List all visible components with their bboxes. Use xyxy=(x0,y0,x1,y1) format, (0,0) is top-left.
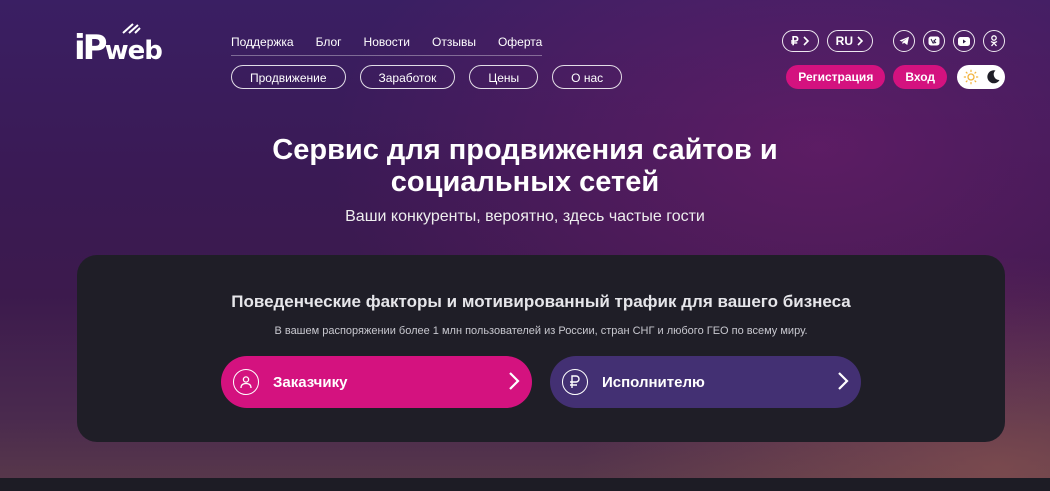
nav-offer[interactable]: Оферта xyxy=(498,35,542,49)
chevron-right-icon xyxy=(509,372,520,390)
logo[interactable]: iPweb xyxy=(74,22,163,70)
top-nav: Поддержка Блог Новости Отзывы Оферта xyxy=(231,35,543,56)
auth-bar: Регистрация Вход xyxy=(786,65,1005,89)
pill-nav: Продвижение Заработок Цены О нас xyxy=(231,65,623,89)
nav-news[interactable]: Новости xyxy=(364,35,410,49)
vk-icon[interactable] xyxy=(923,30,945,52)
card-title: Поведенческие факторы и мотивированный т… xyxy=(231,292,851,311)
customer-button[interactable]: Заказчику xyxy=(221,356,532,408)
nav-reviews[interactable]: Отзывы xyxy=(432,35,476,49)
chevron-right-icon xyxy=(803,36,809,46)
audience-card: Поведенческие факторы и мотивированный т… xyxy=(77,255,1005,442)
login-button[interactable]: Вход xyxy=(893,65,947,89)
performer-button[interactable]: Исполнителю xyxy=(550,356,861,408)
hero-subtitle: Ваши конкуренты, вероятно, здесь частые … xyxy=(345,208,705,225)
nav-support[interactable]: Поддержка xyxy=(231,35,294,49)
youtube-icon[interactable] xyxy=(953,30,975,52)
language-switch[interactable]: RU xyxy=(826,30,873,52)
odnoklassniki-icon[interactable] xyxy=(983,30,1005,52)
currency-switch[interactable]: ₽ xyxy=(782,30,819,52)
chevron-right-icon xyxy=(838,372,849,390)
moon-icon xyxy=(987,70,1000,84)
language-code: RU xyxy=(835,34,853,48)
nav-prices[interactable]: Цены xyxy=(469,65,539,89)
nav-earnings[interactable]: Заработок xyxy=(359,65,456,89)
next-section-edge xyxy=(0,478,1050,491)
sun-icon xyxy=(963,69,979,85)
header-tools: ₽ RU xyxy=(782,30,1005,52)
nav-promotion[interactable]: Продвижение xyxy=(231,65,346,89)
nav-blog[interactable]: Блог xyxy=(316,35,342,49)
chevron-right-icon xyxy=(857,36,864,46)
nav-about[interactable]: О нас xyxy=(552,65,623,89)
theme-toggle[interactable] xyxy=(957,65,1005,89)
ruble-icon xyxy=(562,369,588,395)
customer-label: Заказчику xyxy=(273,373,348,391)
performer-label: Исполнителю xyxy=(602,373,705,391)
hero-title: Сервис для продвижения сайтов и социальн… xyxy=(272,134,778,198)
logo-text: iPweb xyxy=(74,28,163,68)
telegram-icon[interactable] xyxy=(893,30,915,52)
currency-symbol: ₽ xyxy=(791,34,799,48)
card-subtitle: В вашем распоряжении более 1 млн пользов… xyxy=(274,325,808,337)
user-icon xyxy=(233,369,259,395)
register-button[interactable]: Регистрация xyxy=(786,65,886,89)
